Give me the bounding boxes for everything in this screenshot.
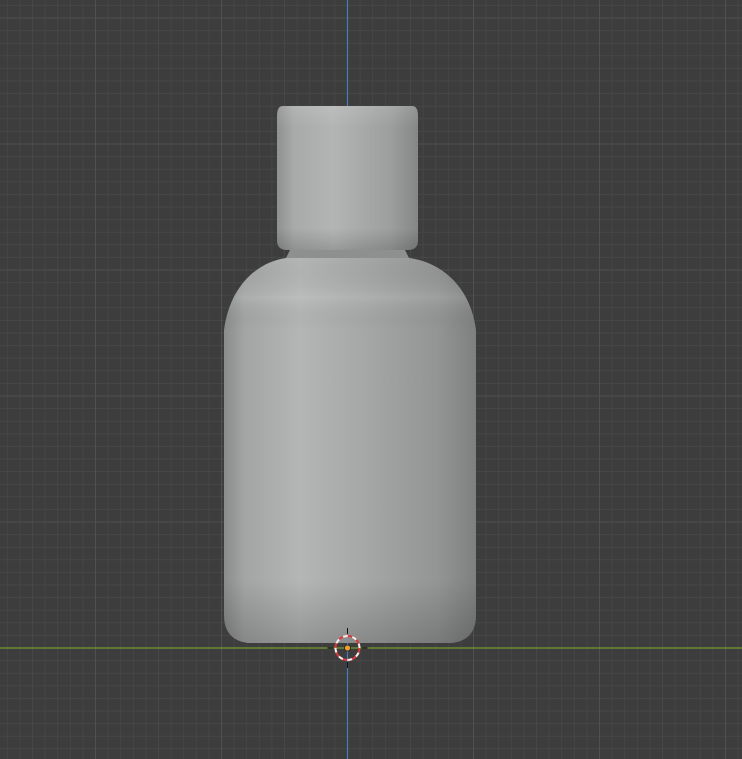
bottle-neck (286, 250, 409, 258)
bottle-bottom-shadow (224, 580, 476, 643)
bottle-shoulder-highlight (224, 258, 476, 330)
3d-viewport[interactable] (0, 0, 742, 759)
bottle-object[interactable] (224, 106, 476, 643)
origin-dot-icon (344, 644, 351, 652)
bottle-cap-shading (277, 106, 418, 250)
viewport-canvas[interactable] (0, 0, 742, 759)
